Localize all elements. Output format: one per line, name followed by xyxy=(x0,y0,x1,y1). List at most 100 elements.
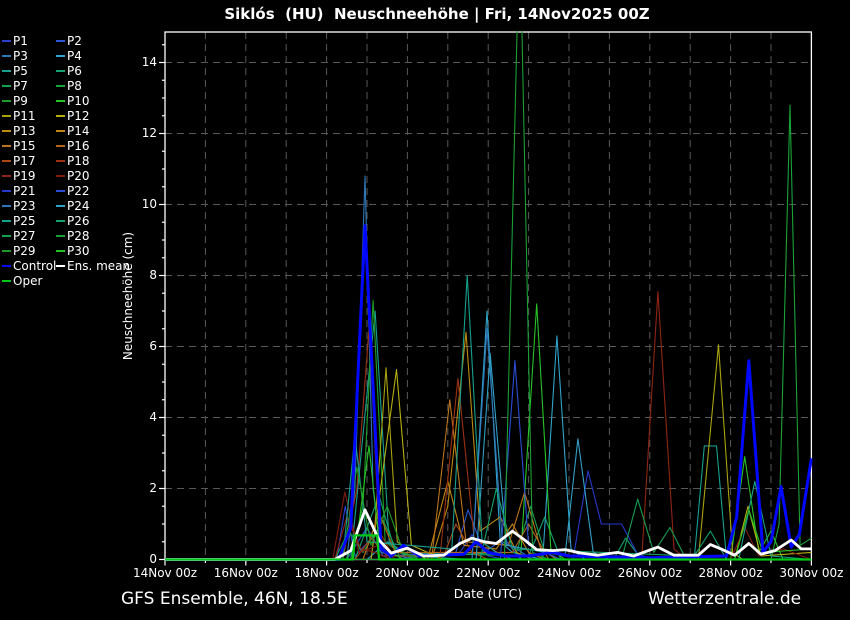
legend-swatch xyxy=(56,70,65,72)
legend-row: P29 P30 xyxy=(2,244,172,259)
legend-item-p27: P27 xyxy=(2,229,36,244)
y-tick-label: 14 xyxy=(117,55,157,69)
legend-swatch xyxy=(2,115,11,117)
legend-swatch xyxy=(56,190,65,192)
x-tick-label: 22Nov 00z xyxy=(448,566,528,580)
legend-item-p5: P5 xyxy=(2,64,28,79)
model-info-text: GFS Ensemble, 46N, 18.5E xyxy=(121,589,348,609)
legend-label: P1 xyxy=(13,34,28,48)
legend-label: P28 xyxy=(67,229,90,243)
legend-label: P22 xyxy=(67,184,90,198)
site-credit-text: Wetterzentrale.de xyxy=(648,589,801,609)
y-tick-label: 10 xyxy=(117,197,157,211)
legend-label: P24 xyxy=(67,199,90,213)
legend-label: P13 xyxy=(13,124,36,138)
legend-swatch xyxy=(2,235,11,237)
legend-row: P9 P10 xyxy=(2,94,172,109)
x-tick-label: 20Nov 00z xyxy=(367,566,447,580)
legend-label: P12 xyxy=(67,109,90,123)
legend-item-p13: P13 xyxy=(2,124,36,139)
legend-label: P18 xyxy=(67,154,90,168)
legend-item-oper: Oper xyxy=(2,274,42,289)
legend-label: Oper xyxy=(13,274,42,288)
legend-swatch xyxy=(56,250,65,252)
legend-row: P25 P26 xyxy=(2,214,172,229)
legend-item-p6: P6 xyxy=(56,64,82,79)
legend-label: P10 xyxy=(67,94,90,108)
legend-swatch xyxy=(2,175,11,177)
legend-label: P3 xyxy=(13,49,28,63)
x-tick-label: 18Nov 00z xyxy=(287,566,367,580)
legend-label: P9 xyxy=(13,94,28,108)
legend-item-p3: P3 xyxy=(2,49,28,64)
legend-item-p10: P10 xyxy=(56,94,90,109)
legend-item-p26: P26 xyxy=(56,214,90,229)
x-tick-label: 30Nov 00z xyxy=(771,566,850,580)
legend-item-p15: P15 xyxy=(2,139,36,154)
x-tick-label: 24Nov 00z xyxy=(529,566,609,580)
legend-label: P17 xyxy=(13,154,36,168)
meteogram-chart: Siklós (HU) Neuschneehöhe | Fri, 14Nov20… xyxy=(0,0,850,620)
legend-row: P7 P8 xyxy=(2,79,172,94)
legend-label: P16 xyxy=(67,139,90,153)
legend-swatch xyxy=(2,220,11,222)
legend-swatch xyxy=(2,55,11,57)
legend-label: P4 xyxy=(67,49,82,63)
legend-item-p1: P1 xyxy=(2,34,28,49)
legend-label: P11 xyxy=(13,109,36,123)
legend-label: P23 xyxy=(13,199,36,213)
legend-swatch xyxy=(2,130,11,132)
legend-swatch xyxy=(56,130,65,132)
legend-label: P14 xyxy=(67,124,90,138)
legend-swatch xyxy=(56,40,65,42)
legend-swatch xyxy=(2,100,11,102)
legend-item-p25: P25 xyxy=(2,214,36,229)
x-tick-label: 28Nov 00z xyxy=(691,566,771,580)
legend-row: P11 P12 xyxy=(2,109,172,124)
legend-label: P8 xyxy=(67,79,82,93)
legend-label: P21 xyxy=(13,184,36,198)
legend-row: P27 P28 xyxy=(2,229,172,244)
legend-item-p11: P11 xyxy=(2,109,36,124)
legend-swatch xyxy=(2,70,11,72)
legend-label: P19 xyxy=(13,169,36,183)
legend-swatch xyxy=(2,40,11,42)
legend-item-p9: P9 xyxy=(2,94,28,109)
legend-swatch xyxy=(56,100,65,102)
legend: P1P2P3P4P5P6P7P8P9P10P11P12P13P14P15P16P… xyxy=(2,34,172,289)
legend-swatch xyxy=(56,115,65,117)
y-tick-label: 4 xyxy=(117,410,157,424)
legend-item-p7: P7 xyxy=(2,79,28,94)
legend-swatch xyxy=(56,265,65,267)
legend-label: P30 xyxy=(67,244,90,258)
legend-label: P15 xyxy=(13,139,36,153)
legend-swatch xyxy=(2,190,11,192)
legend-swatch xyxy=(2,250,11,252)
legend-swatch xyxy=(56,235,65,237)
legend-item-p8: P8 xyxy=(56,79,82,94)
legend-item-p29: P29 xyxy=(2,244,36,259)
y-tick-label: 2 xyxy=(117,481,157,495)
legend-item-p17: P17 xyxy=(2,154,36,169)
legend-swatch xyxy=(2,85,11,87)
legend-row: P19 P20 xyxy=(2,169,172,184)
legend-swatch xyxy=(56,145,65,147)
legend-row: P1P2 xyxy=(2,34,172,49)
legend-item-p16: P16 xyxy=(56,139,90,154)
legend-swatch xyxy=(56,220,65,222)
legend-item-p20: P20 xyxy=(56,169,90,184)
legend-swatch xyxy=(2,160,11,162)
legend-item-p14: P14 xyxy=(56,124,90,139)
legend-label: P7 xyxy=(13,79,28,93)
y-tick-label: 0 xyxy=(117,552,157,566)
legend-row: P17 P18 xyxy=(2,154,172,169)
legend-item-p21: P21 xyxy=(2,184,36,199)
legend-label: P6 xyxy=(67,64,82,78)
legend-label: P27 xyxy=(13,229,36,243)
legend-item-p23: P23 xyxy=(2,199,36,214)
legend-item-p24: P24 xyxy=(56,199,90,214)
x-tick-label: 26Nov 00z xyxy=(610,566,690,580)
legend-swatch xyxy=(2,205,11,207)
y-axis-title: Neuschneehöhe (cm) xyxy=(121,232,135,360)
legend-swatch xyxy=(2,145,11,147)
